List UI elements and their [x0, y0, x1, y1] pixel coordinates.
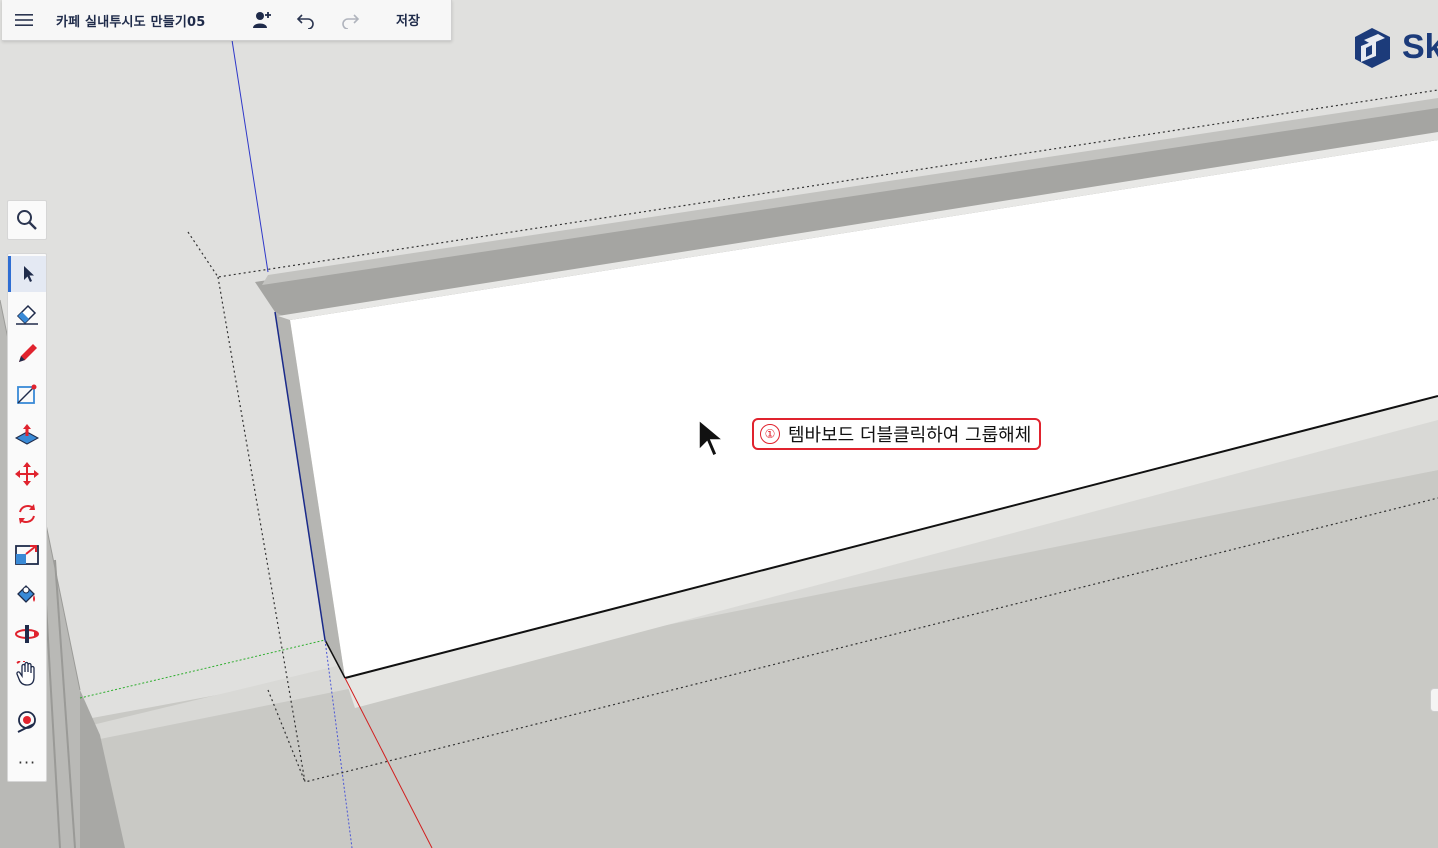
tool-palette: ···	[7, 253, 47, 782]
orbit-icon	[15, 625, 39, 643]
hamburger-menu-icon[interactable]	[10, 6, 38, 34]
pan-tool-button[interactable]	[8, 656, 46, 692]
side-panel-handle[interactable]	[1430, 688, 1438, 712]
mouse-cursor-icon	[698, 418, 726, 458]
position-camera-tool-button[interactable]	[8, 704, 46, 740]
instruction-callout: ① 템바보드 더블클릭하여 그룹해체	[752, 418, 1042, 450]
select-tool-button[interactable]	[8, 256, 46, 292]
push-pull-icon	[14, 424, 40, 445]
save-button[interactable]: 저장	[396, 10, 420, 29]
pencil-icon	[19, 344, 37, 362]
search-icon	[17, 210, 37, 230]
document-title[interactable]: 카페 실내투시도 만들기05	[56, 11, 206, 30]
top-bar: 카페 실내투시도 만들기05 저장	[2, 0, 452, 41]
sketchup-logo: Sk	[1352, 26, 1438, 70]
zoom-button[interactable]	[7, 200, 47, 240]
undo-icon[interactable]	[292, 6, 320, 34]
step-number: ①	[760, 424, 780, 444]
redo-icon[interactable]	[336, 6, 364, 34]
logo-text: Sk	[1402, 28, 1438, 66]
more-tools-button[interactable]: ···	[8, 744, 46, 780]
more-icon: ···	[17, 752, 37, 772]
move-tool-button[interactable]	[8, 456, 46, 492]
paint-tool-button[interactable]	[8, 576, 46, 612]
eraser-icon	[16, 304, 38, 325]
pencil-tool-button[interactable]	[8, 336, 46, 372]
rectangle-icon	[17, 384, 37, 404]
push-pull-tool-button[interactable]	[8, 416, 46, 452]
sketchup-logo-icon	[1355, 28, 1390, 68]
camera-position-icon	[17, 711, 36, 733]
paint-bucket-icon	[17, 585, 35, 603]
arrow-cursor-icon	[23, 266, 34, 282]
instruction-text: 템바보드 더블클릭하여 그룹해체	[788, 425, 1032, 446]
add-user-icon[interactable]	[248, 6, 276, 34]
hand-icon	[16, 661, 35, 686]
rotate-icon	[19, 504, 35, 524]
scale-tool-button[interactable]	[8, 536, 46, 572]
rotate-tool-button[interactable]	[8, 496, 46, 532]
scale-icon	[15, 545, 39, 565]
rectangle-tool-button[interactable]	[8, 376, 46, 412]
move-arrows-icon	[15, 462, 39, 486]
orbit-tool-button[interactable]	[8, 616, 46, 652]
eraser-tool-button[interactable]	[8, 296, 46, 332]
